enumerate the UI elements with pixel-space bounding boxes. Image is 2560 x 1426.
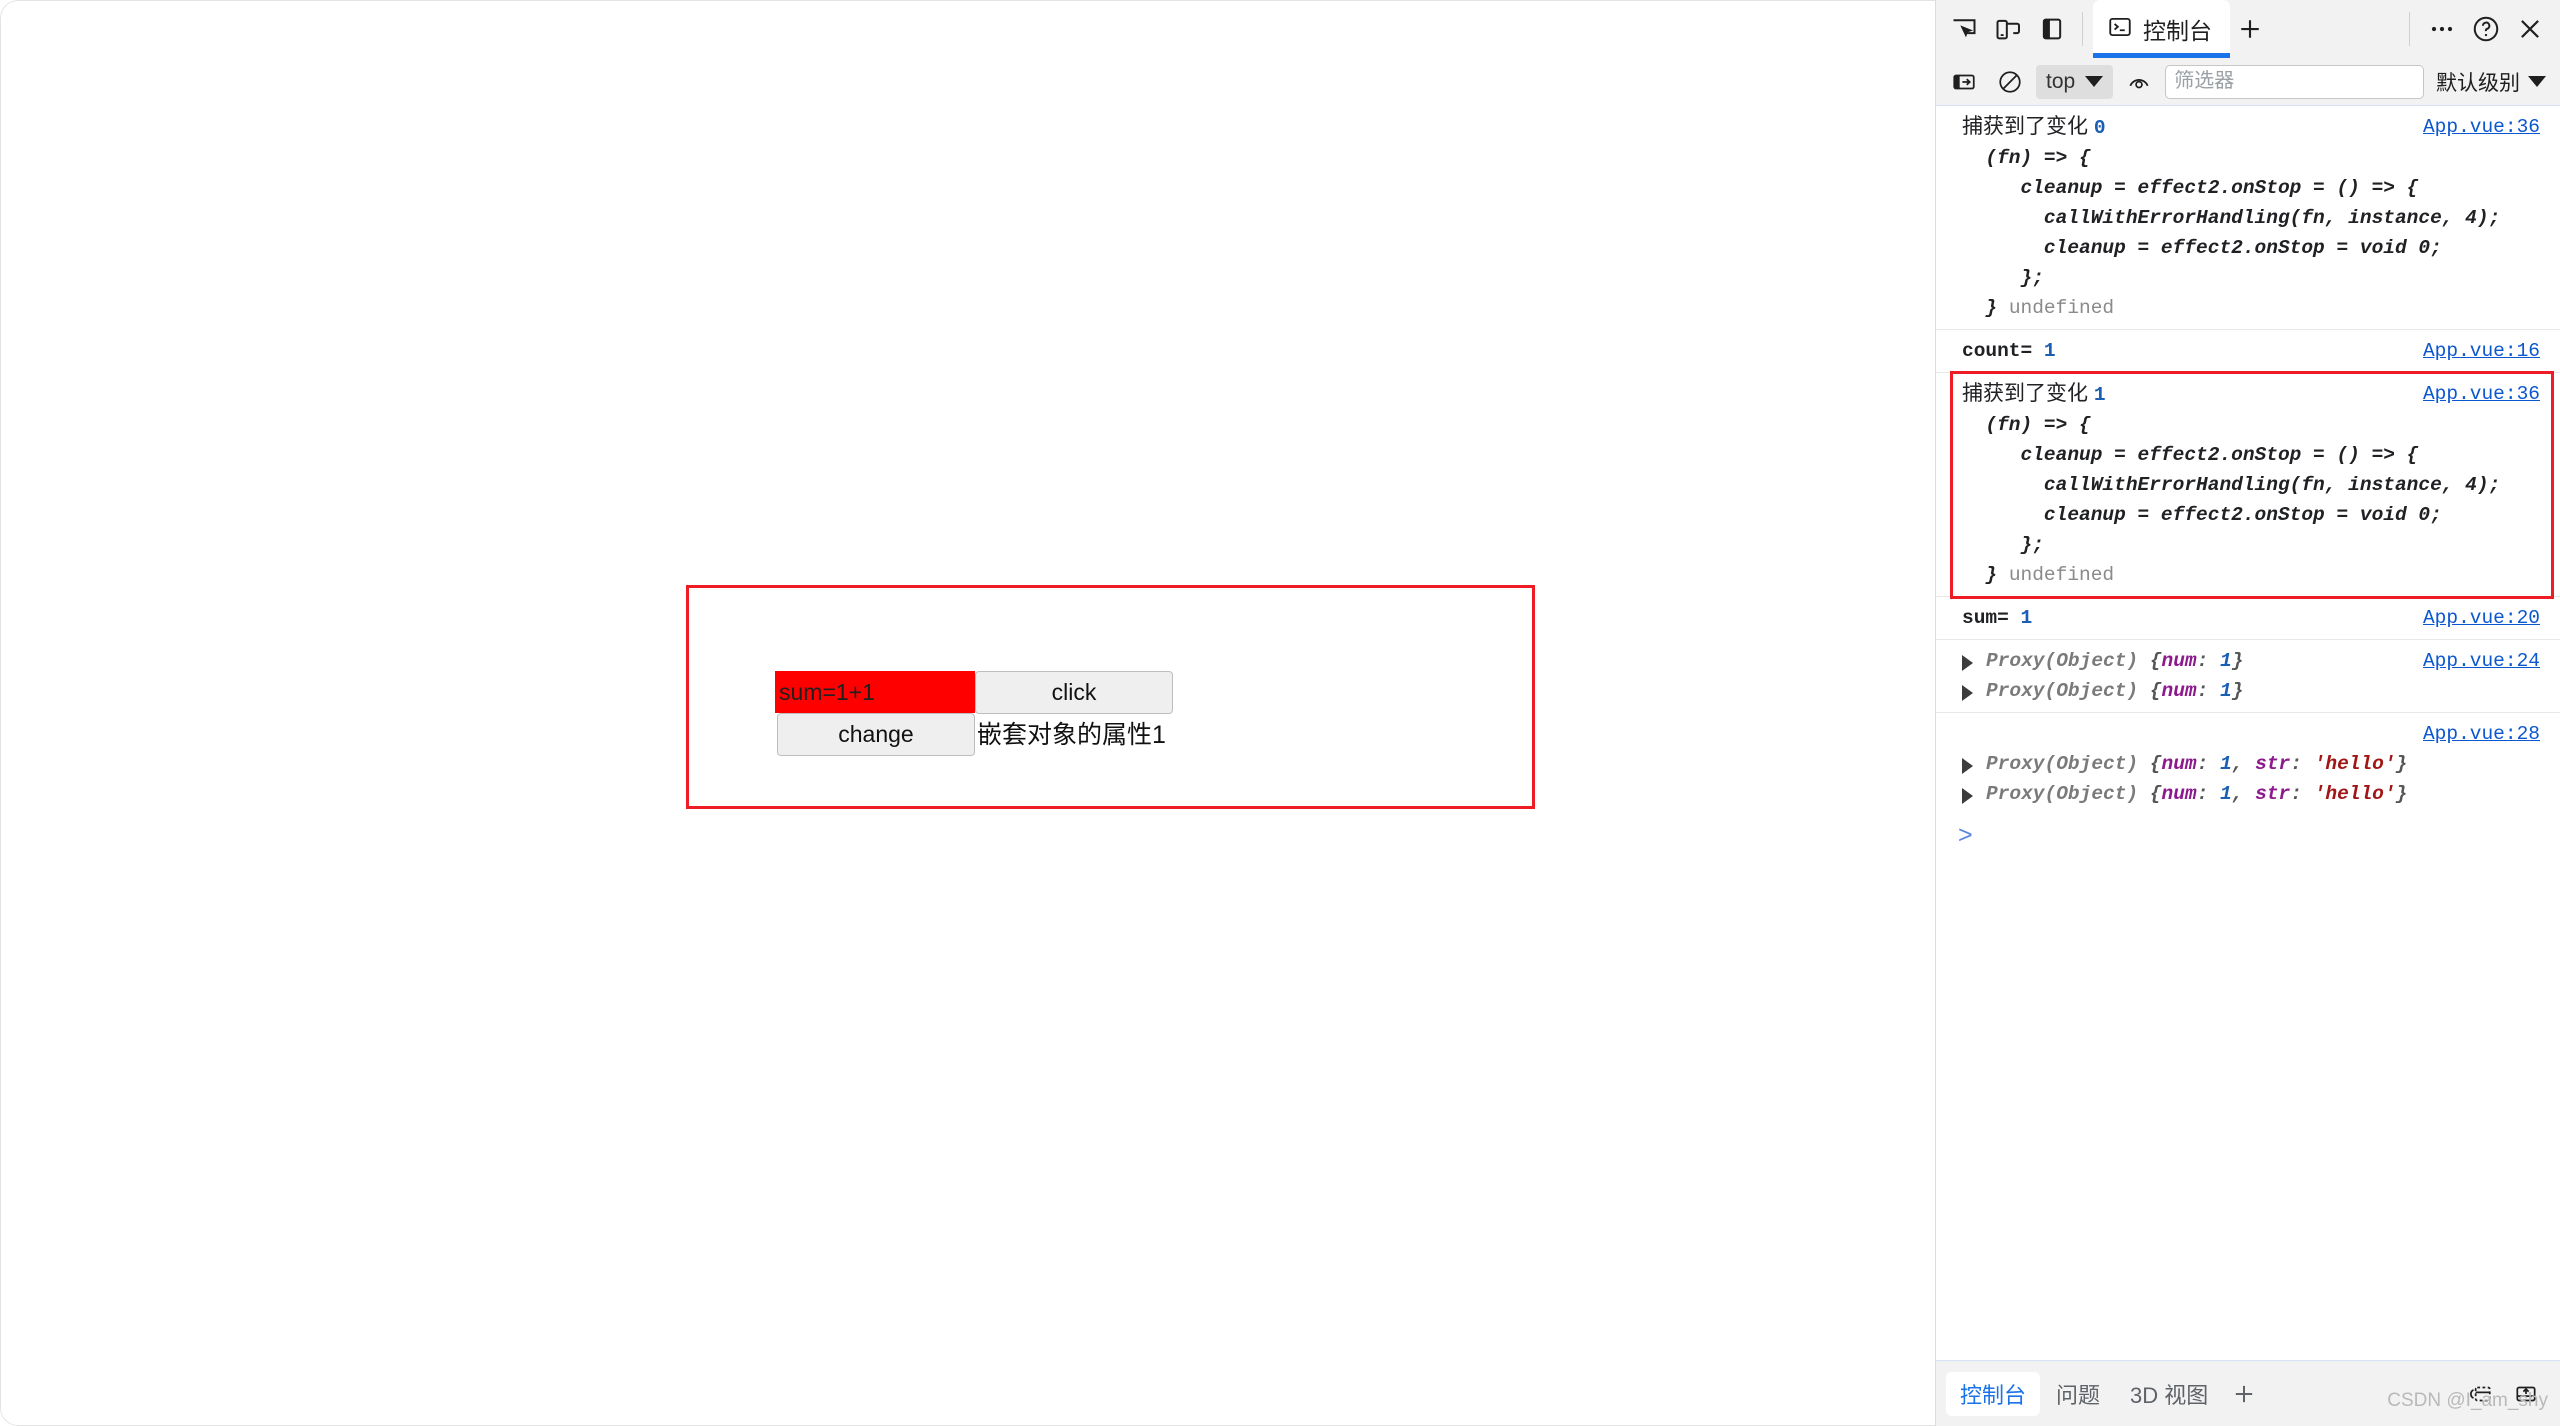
source-link[interactable]: App.vue:16: [2423, 336, 2540, 366]
devtools-drawer-tabs: 控制台 问题 3D 视图 CSDN @I_am_shy: [1936, 1360, 2560, 1426]
console-message-line: cleanup = effect2.onStop = void 0;: [1962, 237, 2442, 259]
source-link[interactable]: App.vue:28: [2423, 719, 2540, 749]
chevron-down-icon: [2528, 76, 2546, 87]
close-devtools-icon[interactable]: [2510, 9, 2550, 49]
console-message-line: 捕获到了变化 0 App.vue:36: [1936, 112, 2560, 143]
log-levels-label: 默认级别: [2436, 71, 2520, 95]
filter-input[interactable]: [2165, 64, 2424, 99]
console-sidebar-icon[interactable]: [1944, 62, 1984, 102]
log-levels-selector[interactable]: 默认级别: [2430, 65, 2550, 99]
tabstrip-right-controls: [2401, 9, 2560, 49]
drawer-tab-list: 控制台 问题 3D 视图: [1946, 1371, 2222, 1416]
inspect-element-icon[interactable]: [1944, 9, 1984, 49]
console-terminal-icon: [2107, 14, 2133, 45]
click-button[interactable]: click: [975, 671, 1173, 714]
console-message-group: Proxy(Object) {num: 1} App.vue:24 Proxy(Ob…: [1936, 640, 2560, 713]
nested-property-text: 嵌套对象的属性1: [977, 721, 1166, 749]
vue-demo-component: click change 嵌套对象的属性1: [686, 585, 1535, 809]
source-link[interactable]: App.vue:36: [2423, 112, 2540, 142]
console-message-line: (fn) => {: [1962, 147, 2091, 169]
chevron-down-icon: [2085, 76, 2104, 87]
sum-input[interactable]: [775, 671, 975, 713]
console-message-line: cleanup = effect2.onStop = () => {: [1962, 444, 2419, 466]
demo-controls: click change 嵌套对象的属性1: [775, 671, 1495, 757]
console-message-group: count= 1 App.vue:16: [1936, 330, 2560, 373]
source-link[interactable]: App.vue:24: [2423, 646, 2540, 676]
console-message-line: count= 1 App.vue:16: [1936, 336, 2560, 366]
console-message-line: Proxy(Object) {num: 1, str: 'hello'}: [1936, 779, 2560, 809]
console-message-line: Proxy(Object) {num: 1}: [1936, 676, 2560, 706]
tabstrip-divider: [2082, 12, 2083, 46]
execution-context-selector[interactable]: top: [2036, 64, 2114, 99]
demo-row-top: click: [775, 671, 1495, 714]
drawer-tab[interactable]: 控制台: [1946, 1371, 2041, 1416]
console-message-line: App.vue:28: [1936, 719, 2560, 749]
drawer-right-controls: CSDN @I_am_shy: [2387, 1374, 2550, 1414]
add-panel-button[interactable]: [2230, 9, 2270, 49]
console-message-line: cleanup = effect2.onStop = () => {: [1962, 177, 2419, 199]
console-toolbar: top 默认级别: [1936, 58, 2560, 106]
demo-row-bottom: change 嵌套对象的属性1: [775, 713, 1495, 757]
restore-drawer-icon[interactable]: [2460, 1374, 2500, 1414]
console-message-group: 捕获到了变化 0 App.vue:36 (fn) => { cleanup = e…: [1936, 106, 2560, 330]
console-message-line: (fn) => {: [1962, 414, 2091, 436]
tab-console[interactable]: 控制台: [2093, 0, 2230, 58]
console-message-line: callWithErrorHandling(fn, instance, 4);: [1962, 474, 2501, 496]
console-groups: 捕获到了变化 0 App.vue:36 (fn) => { cleanup = e…: [1936, 106, 2560, 815]
console-message-group: 捕获到了变化 1 App.vue:36 (fn) => { cleanup = e…: [1936, 373, 2560, 597]
prompt-chevron-icon: >: [1958, 820, 1973, 849]
console-message-list[interactable]: 捕获到了变化 0 App.vue:36 (fn) => { cleanup = e…: [1936, 106, 2560, 1360]
console-message-line: } undefined: [1962, 297, 2115, 319]
console-message-line: };: [1962, 267, 2044, 289]
screen: click change 嵌套对象的属性1: [0, 0, 2560, 1426]
page-viewport: click change 嵌套对象的属性1: [0, 0, 1936, 1426]
expand-triangle-icon[interactable]: [1962, 758, 1973, 774]
tabstrip-right-divider: [2409, 12, 2410, 46]
console-message-line: callWithErrorHandling(fn, instance, 4);: [1962, 207, 2501, 229]
change-button[interactable]: change: [777, 713, 975, 756]
console-message-line: } undefined: [1962, 564, 2115, 586]
device-toolbar-icon[interactable]: [1988, 9, 2028, 49]
more-options-icon[interactable]: [2422, 9, 2462, 49]
add-drawer-tab-button[interactable]: [2224, 1374, 2264, 1414]
tab-console-label: 控制台: [2143, 18, 2212, 44]
clear-console-icon[interactable]: [1990, 62, 2030, 102]
export-icon[interactable]: [2506, 1374, 2546, 1414]
console-message-group: sum= 1 App.vue:20: [1936, 597, 2560, 640]
eye-icon[interactable]: [2119, 62, 2159, 102]
devtools-panel: 控制台 top 筛选器 默认级别 捕获到了变化 0 App.vue:36 (fn…: [1936, 0, 2560, 1426]
console-message-line: Proxy(Object) {num: 1, str: 'hello'}: [1936, 749, 2560, 779]
source-link[interactable]: App.vue:36: [2423, 379, 2540, 409]
tabstrip-left-controls: [1936, 9, 2072, 49]
expand-triangle-icon[interactable]: [1962, 685, 1973, 701]
drawer-tab[interactable]: 3D 视图: [2116, 1372, 2222, 1416]
console-prompt[interactable]: >: [1936, 815, 2560, 855]
help-icon[interactable]: [2466, 9, 2506, 49]
execution-context-value: top: [2046, 69, 2076, 93]
console-message-group: App.vue:28 Proxy(Object) {num: 1, str: 'h…: [1936, 713, 2560, 815]
source-link[interactable]: App.vue:20: [2423, 603, 2540, 633]
console-message-line: sum= 1 App.vue:20: [1936, 603, 2560, 633]
expand-triangle-icon[interactable]: [1962, 788, 1973, 804]
drawer-tab[interactable]: 问题: [2042, 1372, 2114, 1416]
console-message-line: };: [1962, 534, 2044, 556]
console-message-line: Proxy(Object) {num: 1} App.vue:24: [1936, 646, 2560, 676]
panel-layout-icon[interactable]: [2032, 9, 2072, 49]
expand-triangle-icon[interactable]: [1962, 655, 1973, 671]
console-message-line: cleanup = effect2.onStop = void 0;: [1962, 504, 2442, 526]
console-message-line: 捕获到了变化 1 App.vue:36: [1936, 379, 2560, 410]
devtools-tabstrip: 控制台: [1936, 0, 2560, 58]
